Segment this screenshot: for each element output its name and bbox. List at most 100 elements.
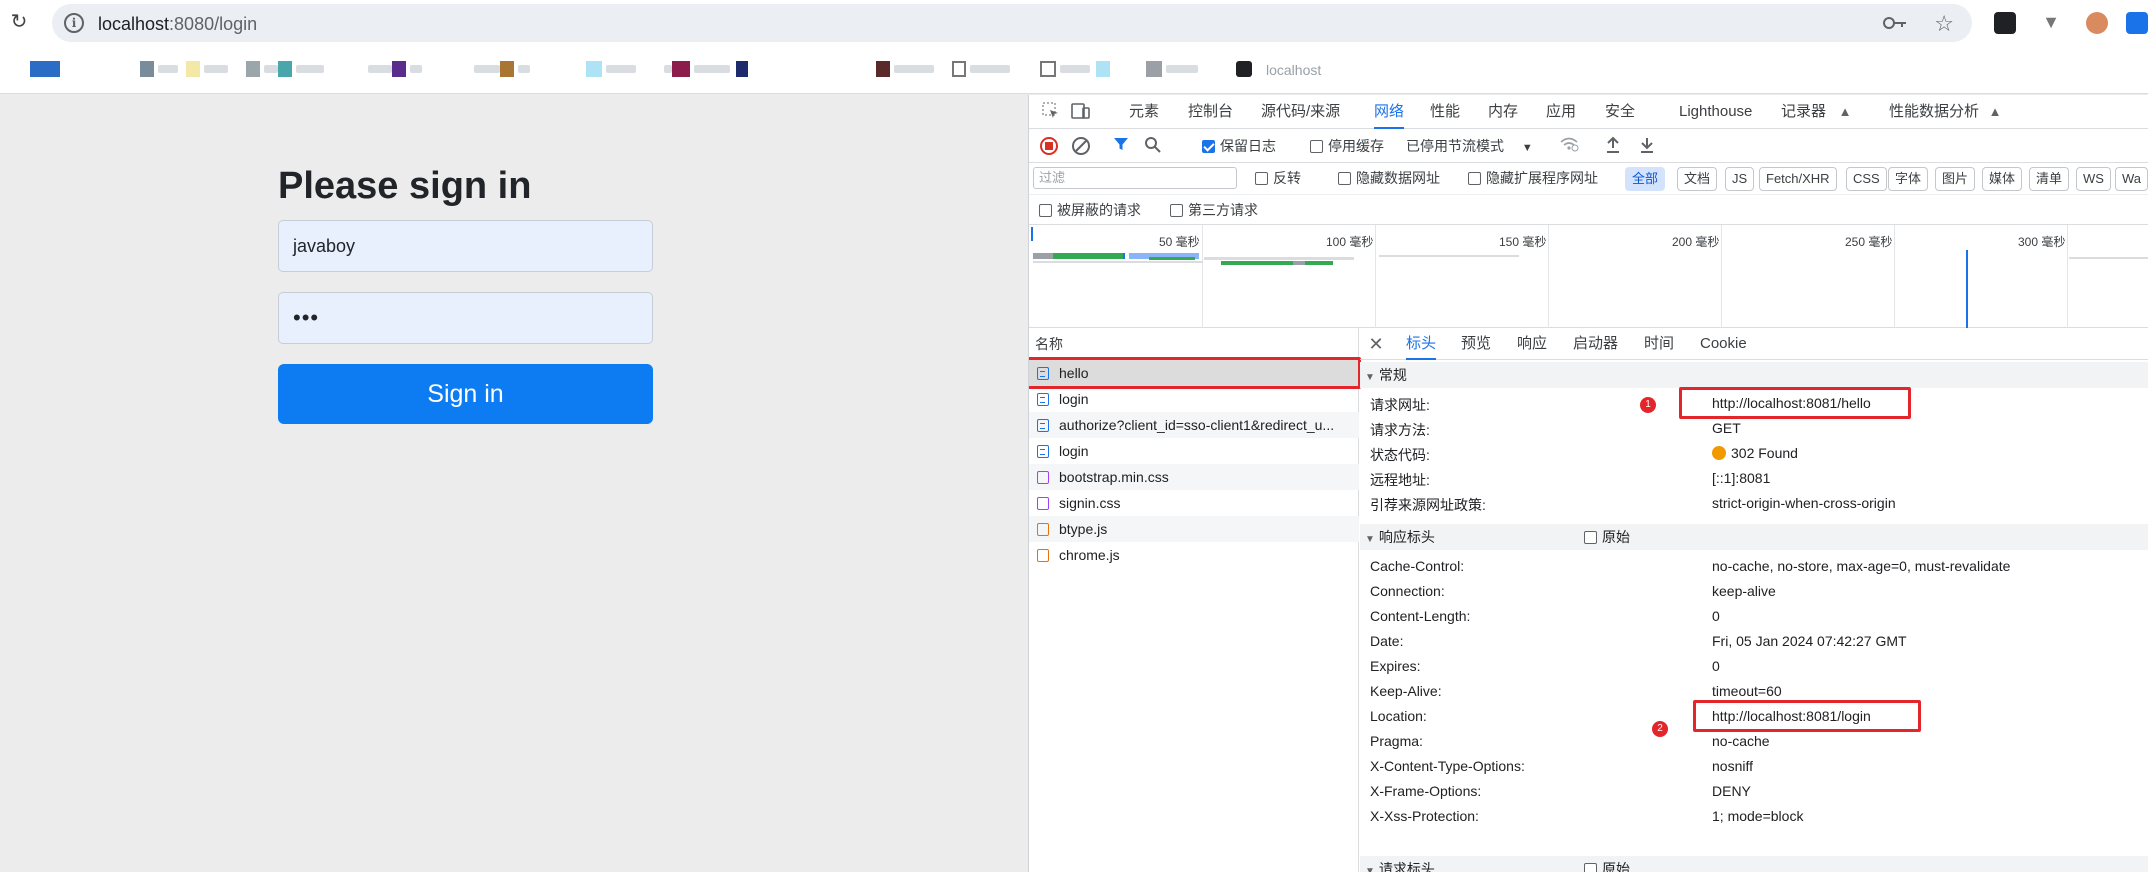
request-row[interactable]: authorize?client_id=sso-client1&redirect… bbox=[1029, 412, 1359, 438]
chip-img[interactable]: 图片 bbox=[1935, 167, 1976, 191]
import-har-icon[interactable] bbox=[1603, 136, 1623, 156]
tab-performance[interactable]: 性能 bbox=[1430, 95, 1460, 129]
url-text[interactable]: localhost:8080/login bbox=[98, 14, 257, 35]
checkbox-icon[interactable] bbox=[1310, 140, 1323, 153]
vue-devtools-icon[interactable]: ▼ bbox=[2040, 12, 2062, 34]
bookmark-item[interactable] bbox=[246, 60, 324, 78]
raw-toggle[interactable]: 原始 bbox=[1584, 856, 1630, 872]
chip-doc[interactable]: 文档 bbox=[1677, 167, 1718, 191]
request-row[interactable]: signin.css bbox=[1029, 490, 1359, 516]
network-overview-timeline[interactable]: 50 毫秒 100 毫秒 150 毫秒 200 毫秒 250 毫秒 300 毫秒 bbox=[1029, 225, 2148, 328]
tab-application[interactable]: 应用 bbox=[1546, 95, 1576, 129]
checkbox-icon[interactable] bbox=[1255, 172, 1268, 185]
chip-js[interactable]: JS bbox=[1725, 167, 1755, 191]
chip-media[interactable]: 媒体 bbox=[1982, 167, 2023, 191]
header-value: strict-origin-when-cross-origin bbox=[1712, 495, 1896, 511]
raw-toggle[interactable]: 原始 bbox=[1584, 524, 1630, 550]
name-column-header[interactable]: 名称 bbox=[1029, 328, 1359, 360]
response-headers-section-header[interactable]: ▼ 响应标头 原始 bbox=[1360, 524, 2148, 550]
chip-wasm[interactable]: Wa bbox=[2115, 167, 2148, 191]
tab-cookies[interactable]: Cookie bbox=[1700, 328, 1747, 360]
tab-security[interactable]: 安全 bbox=[1605, 95, 1635, 129]
checkbox-icon[interactable] bbox=[1584, 863, 1597, 872]
request-row[interactable]: login bbox=[1029, 438, 1359, 464]
checkbox-icon[interactable] bbox=[1170, 204, 1183, 217]
bookmark-item[interactable] bbox=[470, 60, 530, 78]
password-key-icon[interactable] bbox=[1882, 13, 1908, 33]
tab-preview[interactable]: 预览 bbox=[1461, 328, 1491, 360]
third-party-checkbox[interactable]: 第三方请求 bbox=[1170, 201, 1258, 219]
tab-performance-insights[interactable]: 性能数据分析 bbox=[1889, 95, 1979, 129]
site-info-icon[interactable]: i bbox=[64, 13, 84, 33]
checkbox-icon[interactable] bbox=[1338, 172, 1351, 185]
tab-initiator[interactable]: 启动器 bbox=[1573, 328, 1618, 360]
throttling-select[interactable]: 已停用节流模式 ▼ bbox=[1406, 137, 1533, 157]
hide-extension-urls-checkbox[interactable]: 隐藏扩展程序网址 bbox=[1468, 169, 1598, 187]
filter-funnel-icon[interactable] bbox=[1111, 136, 1131, 156]
tab-network[interactable]: 网络 bbox=[1374, 95, 1405, 129]
bookmarks-bar: localhost bbox=[0, 46, 2148, 94]
request-row[interactable]: login bbox=[1029, 386, 1359, 412]
request-row[interactable]: chrome.js bbox=[1029, 542, 1359, 568]
preserve-log-checkbox[interactable]: 保留日志 bbox=[1202, 137, 1276, 155]
chip-ws[interactable]: WS bbox=[2076, 167, 2111, 191]
blocked-requests-checkbox[interactable]: 被屏蔽的请求 bbox=[1039, 201, 1141, 219]
extension-avatar-icon[interactable] bbox=[2086, 12, 2108, 34]
network-conditions-icon[interactable] bbox=[1559, 136, 1579, 156]
header-name: X-Content-Type-Options: bbox=[1370, 758, 1525, 774]
tab-lighthouse[interactable]: Lighthouse bbox=[1679, 95, 1752, 129]
tab-response[interactable]: 响应 bbox=[1517, 328, 1547, 360]
waterfall-bar bbox=[1204, 257, 1354, 260]
bookmark-item[interactable] bbox=[1040, 60, 1110, 78]
record-stop-icon[interactable] bbox=[1039, 136, 1059, 156]
chip-all[interactable]: 全部 bbox=[1625, 167, 1666, 191]
extension-icon[interactable] bbox=[1994, 12, 2016, 34]
address-bar[interactable]: i localhost:8080/login ☆ bbox=[52, 4, 1972, 42]
chip-font[interactable]: 字体 bbox=[1888, 167, 1929, 191]
password-input[interactable]: ••• bbox=[278, 292, 653, 344]
tab-sources[interactable]: 源代码/来源 bbox=[1261, 95, 1340, 129]
checkbox-icon[interactable] bbox=[1584, 531, 1597, 544]
clear-icon[interactable] bbox=[1071, 136, 1091, 156]
tab-elements[interactable]: 元素 bbox=[1129, 95, 1159, 129]
chip-fetch-xhr[interactable]: Fetch/XHR bbox=[1759, 167, 1837, 191]
close-icon[interactable]: ✕ bbox=[1366, 334, 1386, 354]
extension-blue-icon[interactable] bbox=[2126, 12, 2148, 34]
request-row[interactable]: bootstrap.min.css bbox=[1029, 464, 1359, 490]
checkbox-icon[interactable] bbox=[1039, 204, 1052, 217]
disable-cache-checkbox[interactable]: 停用缓存 bbox=[1310, 137, 1384, 155]
bookmark-item[interactable] bbox=[140, 60, 228, 78]
bookmark-item[interactable] bbox=[364, 60, 422, 78]
bookmark-item[interactable] bbox=[586, 60, 636, 78]
chip-manifest[interactable]: 清单 bbox=[2029, 167, 2070, 191]
checkbox-icon[interactable] bbox=[1468, 172, 1481, 185]
bookmark-item[interactable] bbox=[952, 60, 1010, 78]
device-toolbar-icon[interactable] bbox=[1071, 102, 1091, 122]
checkbox-icon[interactable] bbox=[1202, 140, 1215, 153]
tab-memory[interactable]: 内存 bbox=[1488, 95, 1518, 129]
hide-data-urls-checkbox[interactable]: 隐藏数据网址 bbox=[1338, 169, 1440, 187]
request-row[interactable]: btype.js bbox=[1029, 516, 1359, 542]
bookmark-localhost[interactable] bbox=[1236, 60, 1252, 78]
chip-css[interactable]: CSS bbox=[1846, 167, 1887, 191]
bookmark-item[interactable] bbox=[876, 60, 934, 78]
search-icon[interactable] bbox=[1143, 136, 1163, 156]
bookmark-item[interactable] bbox=[30, 60, 60, 78]
signin-button[interactable]: Sign in bbox=[278, 364, 653, 424]
general-section-header[interactable]: ▼ 常规 bbox=[1360, 362, 2148, 388]
bookmark-item[interactable] bbox=[660, 60, 748, 78]
bookmark-localhost-label[interactable]: localhost bbox=[1266, 62, 1321, 78]
invert-checkbox[interactable]: 反转 bbox=[1255, 169, 1301, 187]
bookmark-item[interactable] bbox=[1146, 60, 1198, 78]
tab-timing[interactable]: 时间 bbox=[1644, 328, 1674, 360]
username-input[interactable]: javaboy bbox=[278, 220, 653, 272]
tab-recorder[interactable]: 记录器 bbox=[1781, 95, 1826, 129]
reload-icon[interactable]: ↻ bbox=[8, 11, 30, 33]
tab-console[interactable]: 控制台 bbox=[1188, 95, 1233, 129]
bookmark-star-icon[interactable]: ☆ bbox=[1934, 11, 1954, 37]
tab-headers[interactable]: 标头 bbox=[1406, 328, 1437, 360]
inspect-element-icon[interactable] bbox=[1041, 102, 1061, 122]
filter-input[interactable]: 过滤 bbox=[1033, 167, 1237, 189]
request-headers-section-header[interactable]: ▼ 请求标头 原始 bbox=[1360, 856, 2148, 872]
export-har-icon[interactable] bbox=[1637, 136, 1657, 156]
